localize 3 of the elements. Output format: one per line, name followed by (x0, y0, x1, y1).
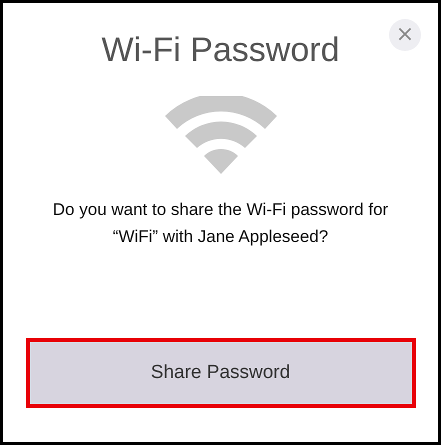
dialog-title: Wi-Fi Password (101, 31, 340, 70)
dialog-message: Do you want to share the Wi-Fi password for “WiFi” with Jane Appleseed? (52, 199, 390, 248)
share-password-button[interactable]: Share Password (26, 338, 416, 408)
